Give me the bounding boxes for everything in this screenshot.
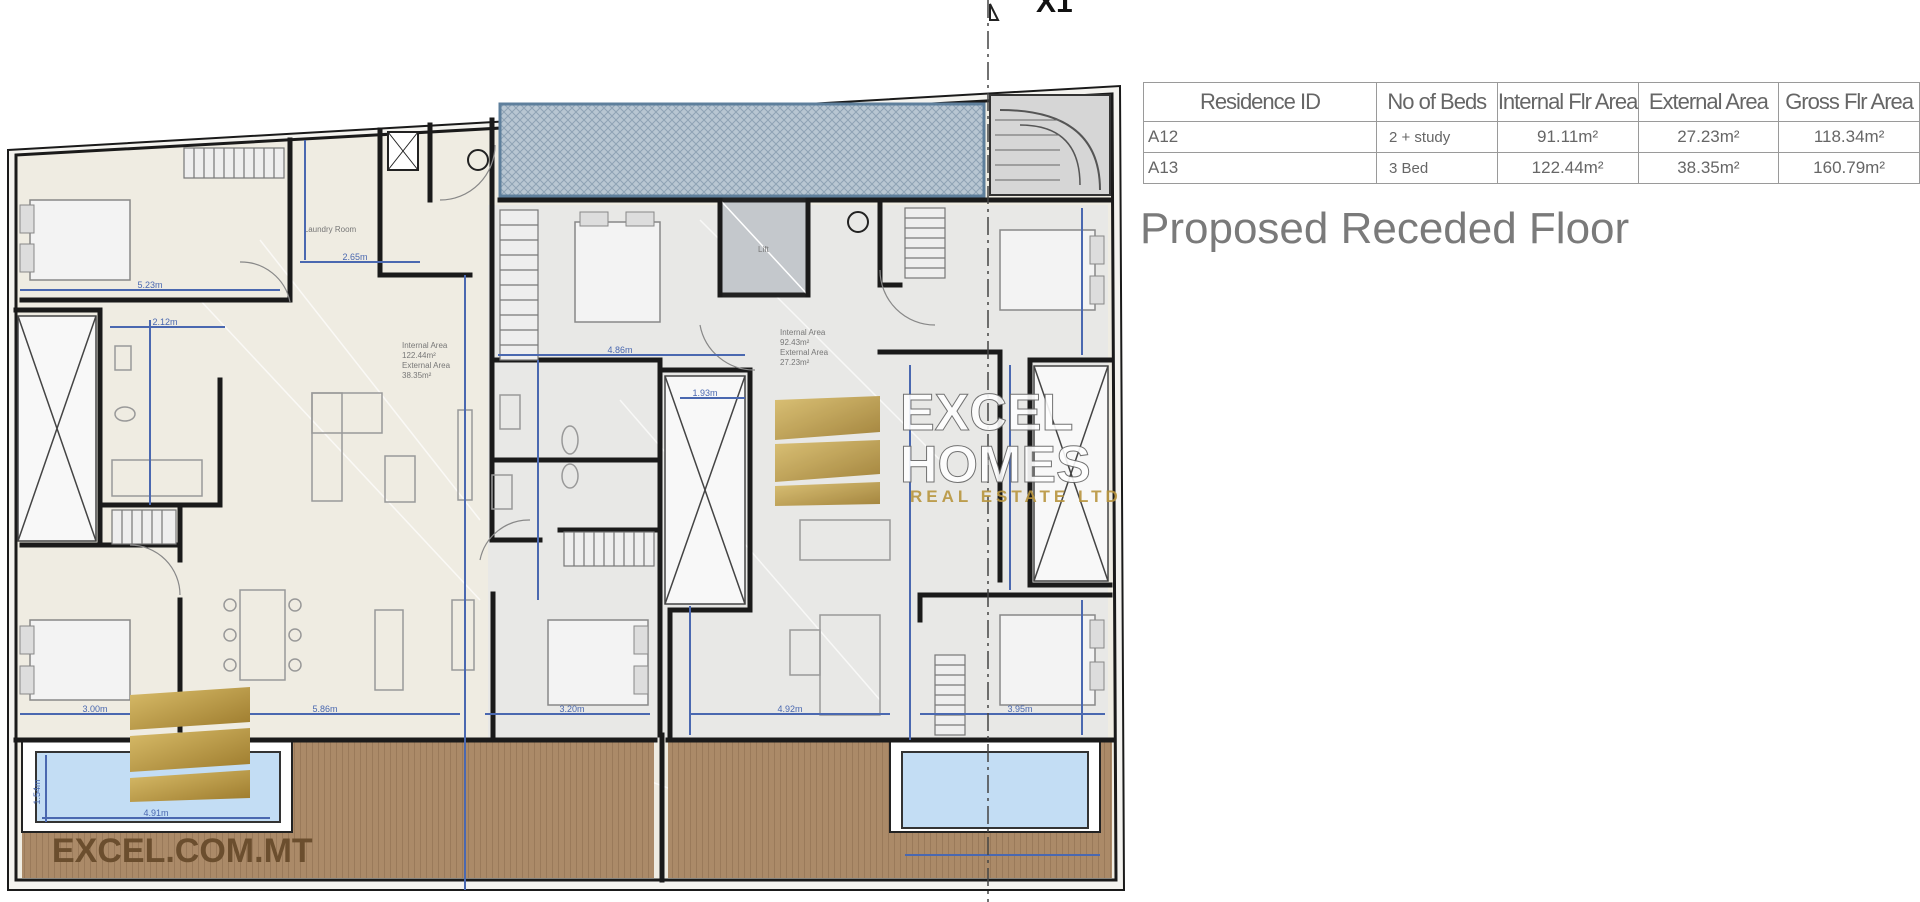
laundry-label: Laundry Room <box>304 225 357 234</box>
floor-plan: Lift Laundry Room 5.23m 2.65m 2.12m 4.86… <box>7 0 1126 902</box>
cell-internal-area: 122.44m² <box>1496 152 1639 184</box>
dim-5-86: 5.86m <box>312 704 337 714</box>
dim-3-00: 3.00m <box>82 704 107 714</box>
cell-internal-area: 91.11m² <box>1496 121 1639 153</box>
dim-4-86: 4.86m <box>607 345 632 355</box>
cell-residence-id: A13 <box>1143 152 1377 184</box>
pool-right <box>889 739 1101 833</box>
cell-external-area: 38.35m² <box>1637 152 1780 184</box>
area-schedule-table: Residence ID No of Beds Internal Flr Are… <box>1143 82 1920 184</box>
col-residence-id: Residence ID <box>1143 82 1377 122</box>
top-pool <box>498 102 986 198</box>
dim-5-23: 5.23m <box>137 280 162 290</box>
cell-gross-area: 160.79m² <box>1778 152 1920 184</box>
section-marker: X1 <box>1036 0 1073 19</box>
excel-homes-watermark: EXCEL HOMES REAL ESTATE LTD <box>775 384 1122 506</box>
col-internal-area: Internal Flr Area <box>1496 82 1639 122</box>
dim-3-20: 3.20m <box>559 704 584 714</box>
watermark-brand-top: EXCEL <box>900 384 1073 442</box>
cell-beds: 3 Bed <box>1375 152 1498 184</box>
spiral-stair <box>989 94 1111 196</box>
cell-residence-id: A12 <box>1143 121 1377 153</box>
table-row: A13 3 Bed 122.44m² 38.35m² 160.79m² <box>1143 152 1920 184</box>
table-row: A12 2 + study 91.11m² 27.23m² 118.34m² <box>1143 121 1920 153</box>
dim-4-92: 4.92m <box>777 704 802 714</box>
watermark-url: EXCEL.COM.MT <box>52 832 313 870</box>
dim-1-93: 1.93m <box>692 388 717 398</box>
dim-3-95: 3.95m <box>1007 704 1032 714</box>
lift: Lift <box>717 197 811 298</box>
dim-2-65: 2.65m <box>342 252 367 262</box>
floor-title: Proposed Receded Floor <box>1140 204 1630 253</box>
cell-beds: 2 + study <box>1375 121 1498 153</box>
lift-label: Lift <box>758 245 769 254</box>
col-external-area: External Area <box>1637 82 1780 122</box>
dim-4-91: 4.91m <box>143 808 168 818</box>
watermark-brand-bottom: HOMES <box>900 436 1091 494</box>
dim-1-54: 1.54m <box>32 779 42 804</box>
schedule-header-row: Residence ID No of Beds Internal Flr Are… <box>1143 82 1920 122</box>
col-no-of-beds: No of Beds <box>1375 82 1498 122</box>
watermark-tagline: REAL ESTATE LTD <box>910 487 1122 506</box>
cell-gross-area: 118.34m² <box>1778 121 1920 153</box>
cell-external-area: 27.23m² <box>1637 121 1780 153</box>
dim-2-12: 2.12m <box>152 317 177 327</box>
col-gross-area: Gross Flr Area <box>1778 82 1920 122</box>
